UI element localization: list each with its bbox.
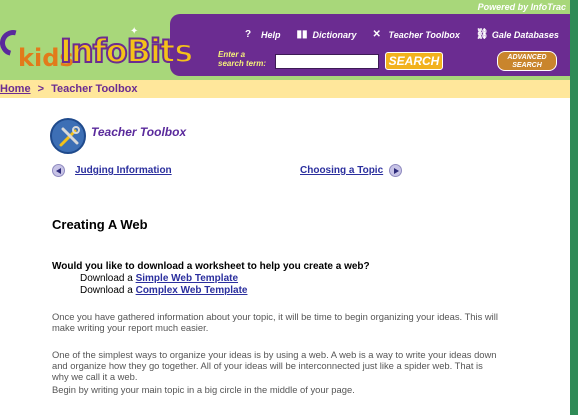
toolbox-icon	[50, 118, 86, 154]
nav-gale-databases-label: Gale Databases	[491, 30, 559, 40]
page-title: Creating A Web	[52, 217, 148, 232]
nav-dictionary-label: Dictionary	[312, 30, 357, 40]
arrow-left-icon[interactable]	[52, 164, 65, 177]
next-page-label[interactable]: Choosing a Topic	[300, 165, 383, 176]
download-complex-line: Download a Complex Web Template	[80, 285, 247, 296]
nav-help-label: Help	[261, 30, 281, 40]
logo-infobits-text: InfoBits	[59, 31, 194, 71]
paragraph-line: why we call it a web.	[52, 371, 138, 382]
tools-icon: ✕	[372, 29, 381, 40]
site-header: Powered by InfoTrac ✦ kids InfoBits ? He…	[0, 0, 570, 80]
prev-page-link[interactable]: Judging Information	[52, 164, 172, 177]
search-input[interactable]	[275, 54, 379, 69]
link-icon: ⛓	[475, 29, 489, 40]
download-simple-line: Download a Simple Web Template	[80, 273, 238, 284]
breadcrumb-current: Teacher Toolbox	[51, 83, 138, 95]
prev-page-label[interactable]: Judging Information	[75, 165, 172, 176]
breadcrumb-home-link[interactable]: Home	[0, 83, 31, 95]
main-content: Teacher Toolbox Judging Information Choo…	[0, 98, 570, 415]
section-title: Teacher Toolbox	[91, 125, 187, 139]
simple-template-link[interactable]: Simple Web Template	[136, 273, 238, 284]
book-icon: ▮▮	[296, 29, 308, 40]
breadcrumb-separator: >	[37, 83, 45, 95]
nav-teacher-toolbox-label: Teacher Toolbox	[388, 30, 460, 40]
search-button[interactable]: SEARCH	[385, 52, 443, 70]
nav-dictionary[interactable]: ▮▮ Dictionary	[296, 29, 357, 41]
nav-teacher-toolbox[interactable]: ✕ Teacher Toolbox	[372, 29, 460, 41]
kids-infobits-logo[interactable]: ✦ kids InfoBits	[0, 25, 215, 80]
breadcrumb: Home > Teacher Toolbox	[0, 80, 570, 98]
download-prefix: Download a	[80, 273, 133, 284]
next-page-link[interactable]: Choosing a Topic	[300, 164, 403, 177]
top-nav: ? Help ▮▮ Dictionary ✕ Teacher Toolbox ⛓…	[245, 29, 570, 41]
powered-by-text: Powered by InfoTrac	[477, 2, 566, 12]
arrow-right-icon[interactable]	[389, 164, 403, 177]
paragraph-line: and organize how they go together. All o…	[52, 360, 483, 371]
paragraph-line: Once you have gathered information about…	[52, 311, 498, 322]
question-icon: ?	[245, 29, 252, 40]
advanced-search-button[interactable]: ADVANCED SEARCH	[497, 51, 557, 71]
complex-template-link[interactable]: Complex Web Template	[136, 285, 248, 296]
nav-gale-databases[interactable]: ⛓ Gale Databases	[475, 29, 559, 41]
search-label: Enter a search term:	[218, 50, 267, 68]
download-question: Would you like to download a worksheet t…	[52, 261, 370, 272]
paragraph-line: Begin by writing your main topic in a bi…	[52, 384, 355, 395]
nav-help[interactable]: ? Help	[245, 29, 281, 41]
paragraph-line: One of the simplest ways to organize you…	[52, 349, 497, 360]
paragraph-line: make writing your report much easier.	[52, 322, 209, 333]
download-prefix: Download a	[80, 285, 133, 296]
